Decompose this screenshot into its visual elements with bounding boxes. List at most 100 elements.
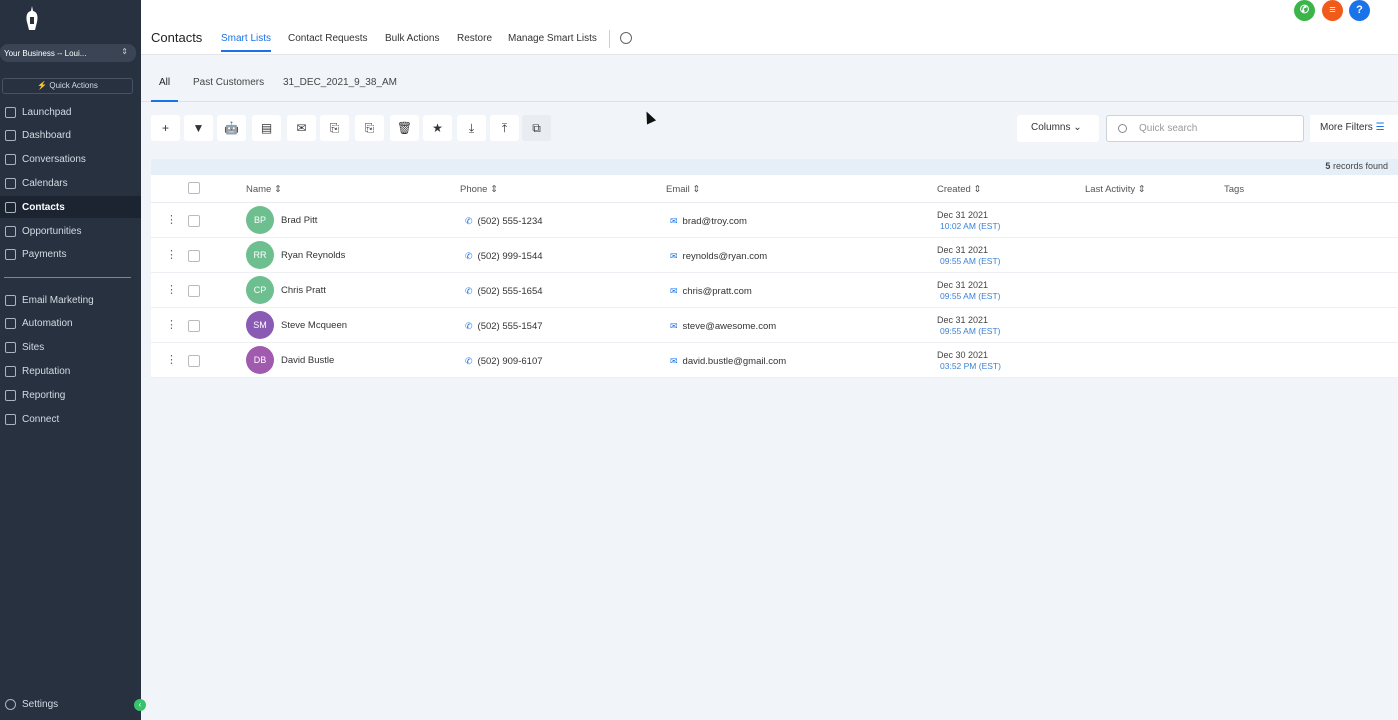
row-checkbox[interactable]	[188, 250, 200, 262]
email-icon: ✉	[296, 121, 307, 135]
tab-manage-smart-lists[interactable]: Manage Smart Lists	[508, 33, 597, 44]
contact-phone[interactable]: ✆ (502) 909-6107	[465, 356, 543, 367]
column-name[interactable]: Name ⇕	[246, 184, 282, 195]
row-menu-icon[interactable]: ⋮	[166, 353, 177, 366]
sliders-icon: ☰	[1375, 122, 1385, 133]
trash-button[interactable]: 🗑	[390, 115, 419, 141]
contact-email[interactable]: ✉ chris@pratt.com	[670, 286, 752, 297]
row-menu-icon[interactable]: ⋮	[166, 248, 177, 261]
tab-restore[interactable]: Restore	[457, 33, 492, 44]
collapse-sidebar-button[interactable]: ‹	[134, 699, 146, 711]
column-email[interactable]: Email ⇕	[666, 184, 700, 195]
tab-smart-list-dec[interactable]: 31_DEC_2021_9_38_AM	[283, 77, 397, 88]
time: 09:55 AM (EST)	[940, 326, 1001, 336]
business-switcher[interactable]: Your Business -- Loui... ⇕	[0, 44, 136, 62]
contact-phone[interactable]: ✆ (502) 555-1234	[465, 216, 543, 227]
row-menu-icon[interactable]: ⋮	[166, 283, 177, 296]
contact-email[interactable]: ✉ david.bustle@gmail.com	[670, 356, 786, 367]
upload-button[interactable]: ⤒	[490, 115, 519, 141]
table-row[interactable]: ⋮ RR Ryan Reynolds ✆ (502) 999-1544 ✉ reyn…	[151, 238, 1398, 273]
row-menu-icon[interactable]: ⋮	[166, 318, 177, 331]
table-row[interactable]: ⋮ SM Steve Mcqueen ✆ (502) 555-1547 ✉ stev…	[151, 308, 1398, 343]
sidebar-item-automation[interactable]: Automation	[0, 313, 141, 335]
contact-phone[interactable]: ✆ (502) 999-1544	[465, 251, 543, 262]
table-row[interactable]: ⋮ BP Brad Pitt ✆ (502) 555-1234 ✉ brad@tro…	[151, 203, 1398, 238]
copy-remove-button[interactable]: ⎘	[355, 115, 384, 141]
sidebar-item-calendars[interactable]: Calendars	[0, 172, 141, 194]
contact-name[interactable]: Ryan Reynolds	[281, 250, 345, 261]
more-filters-button[interactable]: More Filters ☰	[1310, 115, 1398, 142]
row-checkbox[interactable]	[188, 355, 200, 367]
avatar: BP	[246, 206, 274, 234]
row-checkbox[interactable]	[188, 320, 200, 332]
time: 09:55 AM (EST)	[940, 291, 1001, 301]
header-label: Last Activity	[1085, 184, 1136, 195]
plus-button[interactable]: +	[151, 115, 180, 141]
sidebar-item-connect[interactable]: Connect	[0, 408, 141, 430]
merge-button[interactable]: ⧉	[522, 115, 551, 141]
list-button[interactable]: ≡	[1322, 0, 1343, 21]
contact-name[interactable]: Steve Mcqueen	[281, 320, 347, 331]
sidebar-item-label: Launchpad	[22, 106, 72, 118]
sidebar-item-reporting[interactable]: Reporting	[0, 384, 141, 406]
sidebar-item-payments[interactable]: Payments	[0, 244, 141, 266]
automation-icon	[5, 318, 16, 330]
column-last-activity[interactable]: Last Activity ⇕	[1085, 184, 1146, 195]
tab-past-customers[interactable]: Past Customers	[193, 77, 264, 88]
sidebar-item-email-marketing[interactable]: Email Marketing	[0, 289, 141, 311]
quick-actions-button[interactable]: ⚡ Quick Actions	[2, 78, 133, 94]
contact-email[interactable]: ✉ brad@troy.com	[670, 216, 747, 227]
created-date: Dec 31 2021 10:02 AM (EST)	[937, 210, 1000, 232]
tab-contact-requests[interactable]: Contact Requests	[288, 33, 368, 44]
contact-phone[interactable]: ✆ (502) 555-1654	[465, 286, 543, 297]
row-menu-icon[interactable]: ⋮	[166, 213, 177, 226]
phone-text: (502) 999-1544	[477, 251, 543, 262]
phone-text: (502) 555-1234	[477, 216, 543, 227]
filter-icon: ▼	[192, 121, 205, 135]
star-button[interactable]: ★	[423, 115, 452, 141]
contact-phone[interactable]: ✆ (502) 555-1547	[465, 321, 543, 332]
message-button[interactable]: ▤	[252, 115, 281, 141]
tab-bulk-actions[interactable]: Bulk Actions	[385, 33, 439, 44]
columns-dropdown[interactable]: Columns ⌄	[1017, 115, 1099, 142]
copy-add-icon: ⎘	[329, 120, 340, 135]
select-all-checkbox[interactable]	[188, 182, 200, 194]
sidebar-item-launchpad[interactable]: Launchpad	[0, 101, 141, 123]
contact-name[interactable]: David Bustle	[281, 355, 334, 366]
contact-name[interactable]: Brad Pitt	[281, 215, 317, 226]
gear-icon	[5, 698, 16, 710]
email-button[interactable]: ✉	[287, 115, 316, 141]
more-filters-label: More Filters	[1320, 122, 1373, 133]
copy-remove-icon: ⎘	[364, 120, 375, 135]
sidebar-item-opportunities[interactable]: Opportunities	[0, 220, 141, 242]
row-checkbox[interactable]	[188, 285, 200, 297]
tab-smart-lists[interactable]: Smart Lists	[221, 33, 272, 52]
table-row[interactable]: ⋮ DB David Bustle ✆ (502) 909-6107 ✉ david…	[151, 343, 1398, 378]
sidebar-item-settings[interactable]: Settings	[0, 693, 141, 715]
avatar: CP	[246, 276, 274, 304]
tab-all[interactable]: All	[151, 77, 179, 102]
sidebar-item-contacts[interactable]: Contacts	[0, 196, 141, 219]
table-row[interactable]: ⋮ CP Chris Pratt ✆ (502) 555-1654 ✉ chris@…	[151, 273, 1398, 308]
contact-name[interactable]: Chris Pratt	[281, 285, 326, 296]
sidebar-item-sites[interactable]: Sites	[0, 337, 141, 359]
help-button[interactable]: ?	[1349, 0, 1370, 21]
contact-email[interactable]: ✉ steve@awesome.com	[670, 321, 776, 332]
sidebar-item-dashboard[interactable]: Dashboard	[0, 125, 141, 147]
row-checkbox[interactable]	[188, 215, 200, 227]
sidebar-item-conversations[interactable]: Conversations	[0, 149, 141, 171]
gear-icon[interactable]	[620, 32, 632, 44]
column-phone[interactable]: Phone ⇕	[460, 184, 498, 195]
copy-add-button[interactable]: ⎘	[320, 115, 349, 141]
quick-search-input[interactable]: Quick search	[1106, 115, 1304, 142]
column-created[interactable]: Created ⇕	[937, 184, 981, 195]
contact-email[interactable]: ✉ reynolds@ryan.com	[670, 251, 767, 262]
download-button[interactable]: ⤓	[457, 115, 486, 141]
date: Dec 31 2021	[937, 245, 989, 255]
rocket-icon	[5, 106, 16, 118]
filter-button[interactable]: ▼	[184, 115, 213, 141]
robot-button[interactable]: 🤖	[217, 115, 246, 141]
download-icon: ⤓	[468, 120, 475, 135]
sidebar-item-reputation[interactable]: Reputation	[0, 360, 141, 382]
phone-button[interactable]: ✆	[1294, 0, 1315, 21]
